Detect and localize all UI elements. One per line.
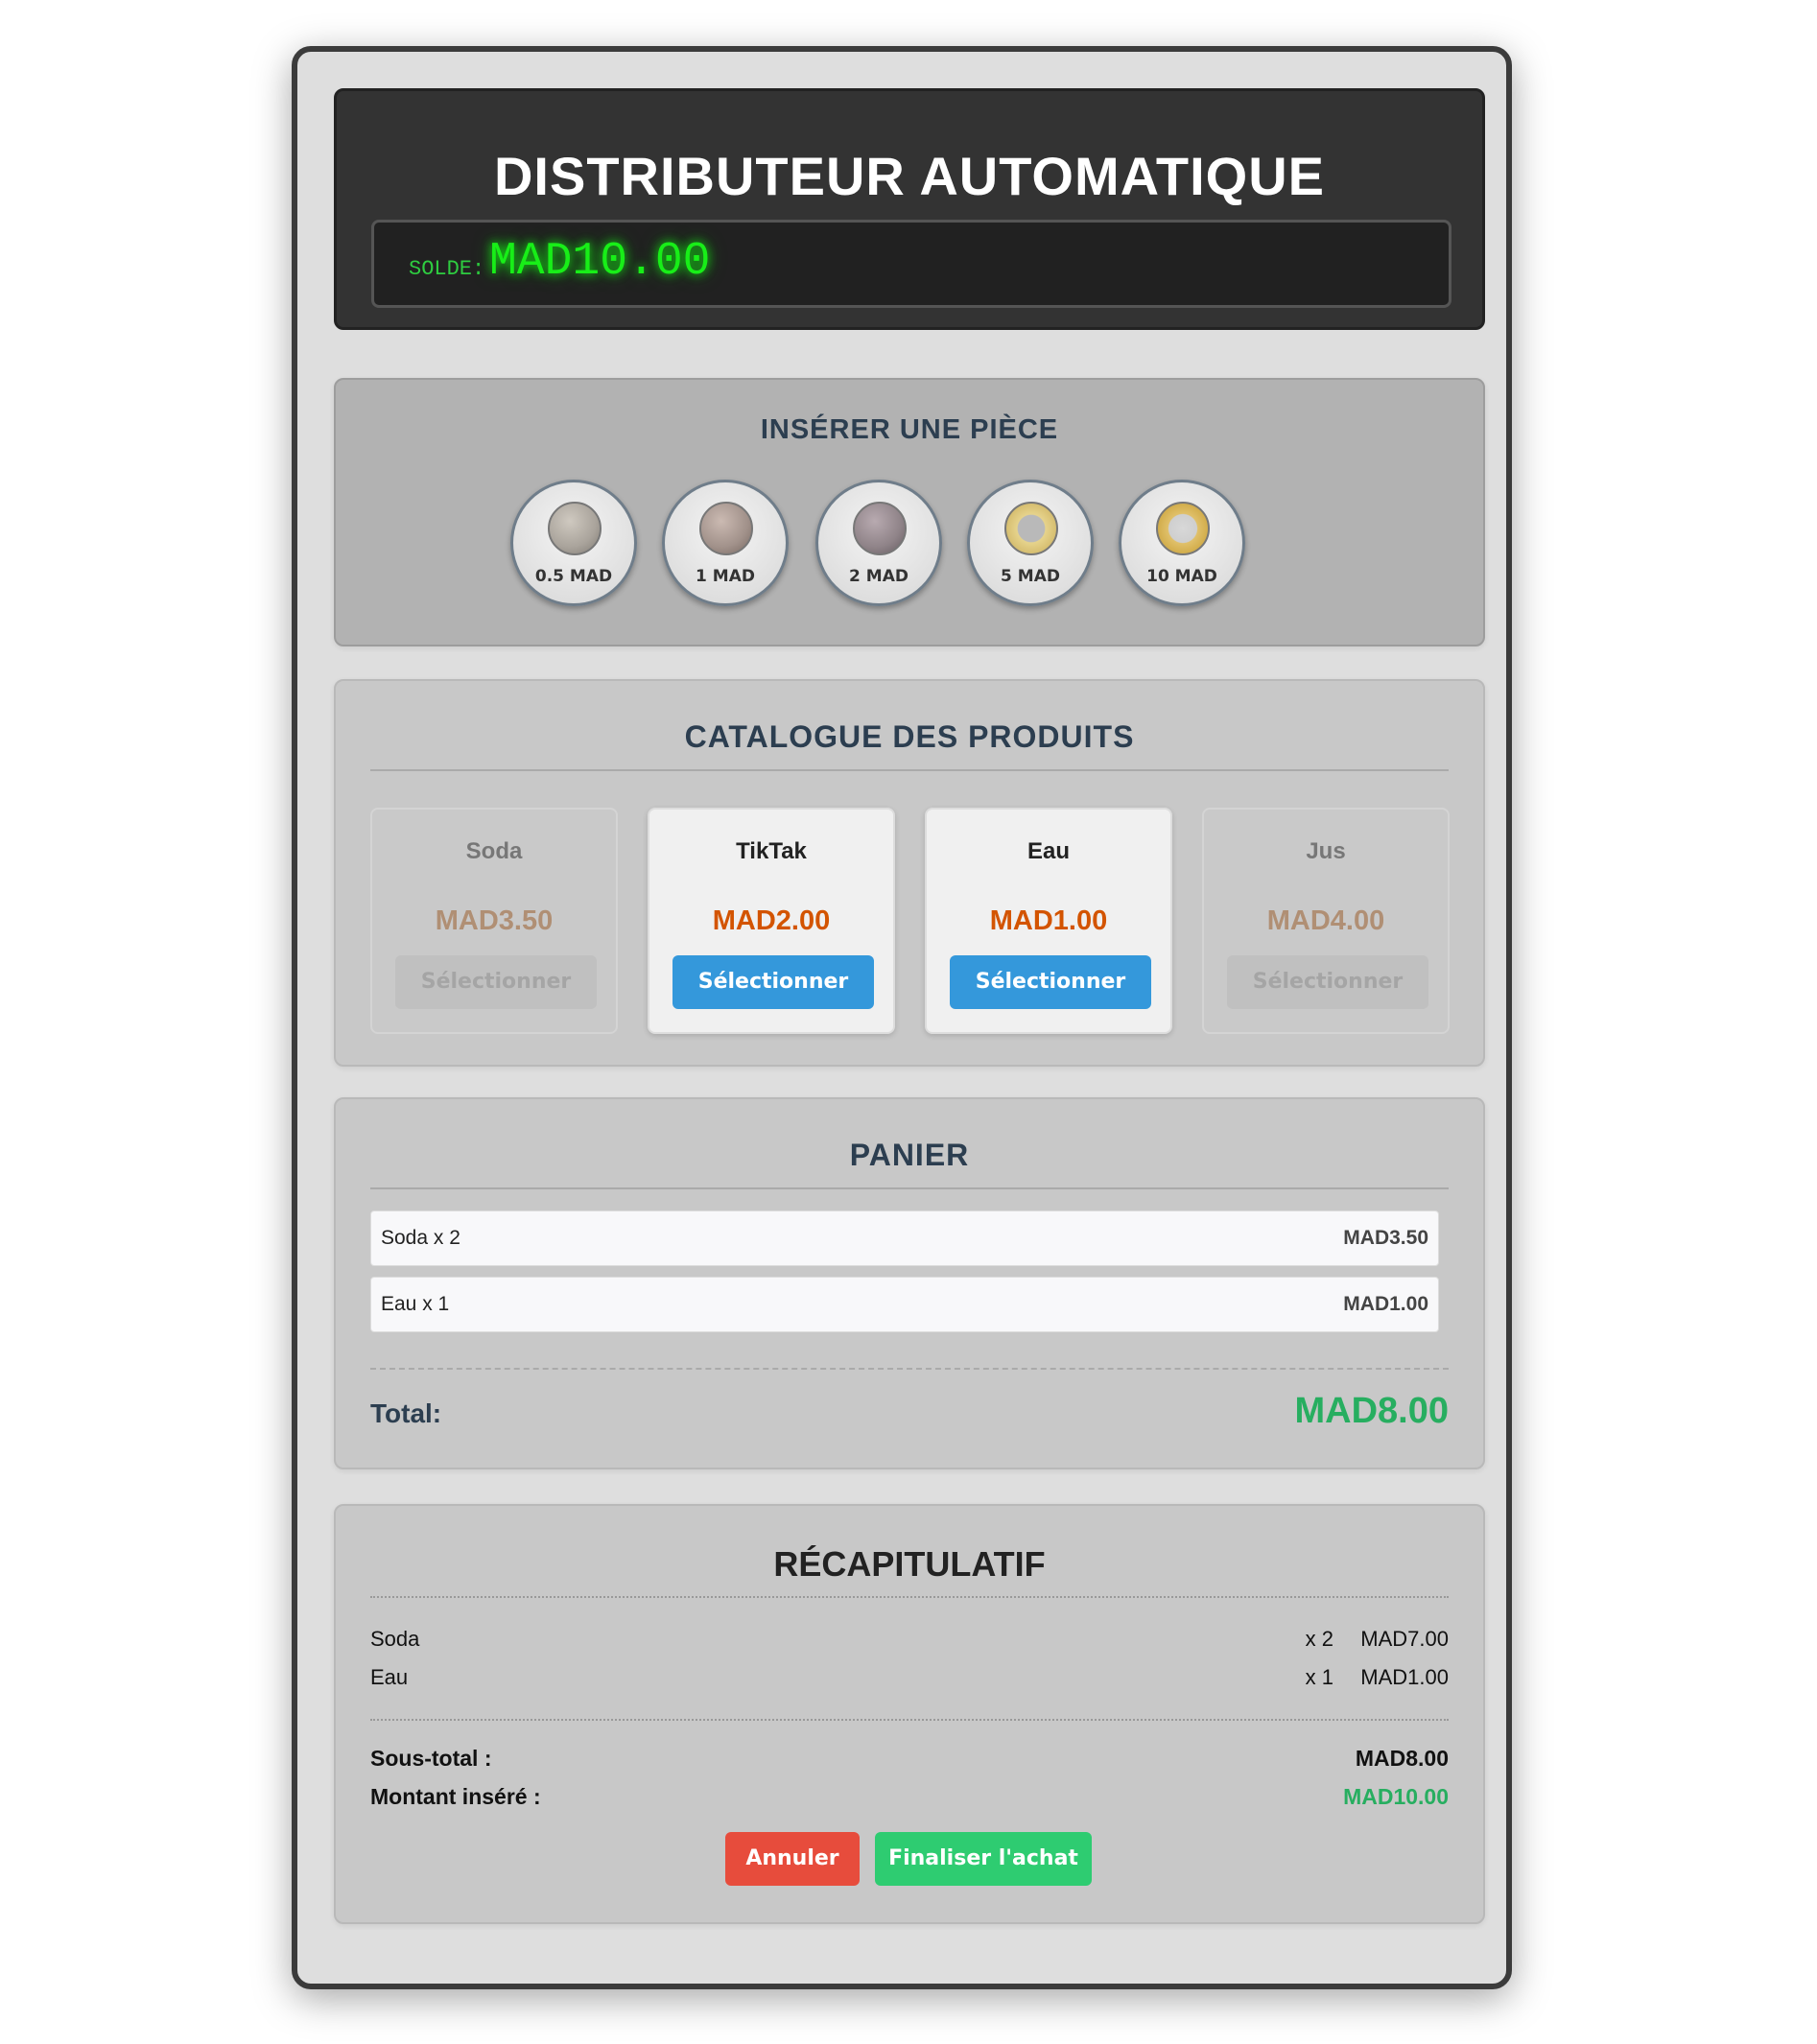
insert-coin-panel: INSÉRER UNE PIÈCE 0.5 MAD 1 MAD 2 MAD 5 …: [334, 378, 1485, 646]
cart-divider: [370, 1187, 1449, 1189]
select-soda-button[interactable]: Sélectionner: [395, 955, 597, 1009]
cancel-button[interactable]: Annuler: [725, 1832, 860, 1886]
subtotal-value: MAD8.00: [1355, 1746, 1449, 1771]
recap-item-name: Eau: [370, 1665, 409, 1689]
cart-total-divider: [370, 1368, 1449, 1370]
coin-label: 10 MAD: [1146, 567, 1217, 586]
coin-5-mad-icon: [1004, 502, 1058, 555]
product-price: MAD4.00: [1266, 905, 1385, 936]
cart-item: Eau x 1 MAD1.00: [370, 1277, 1439, 1332]
coin-label: 2 MAD: [849, 567, 908, 586]
inserted-label: Montant inséré :: [370, 1784, 541, 1809]
select-jus-button[interactable]: Sélectionner: [1227, 955, 1428, 1009]
cart-item-price: MAD1.00: [1343, 1293, 1428, 1315]
cart-item-price: MAD3.50: [1343, 1227, 1428, 1249]
product-name: Jus: [1306, 838, 1346, 864]
product-price: MAD3.50: [435, 905, 554, 936]
coin-button-1-mad[interactable]: 1 MAD: [662, 480, 789, 606]
coin-button-5-mad[interactable]: 5 MAD: [967, 480, 1094, 606]
recap-item-name: Soda: [370, 1627, 420, 1651]
coin-button-0-5-mad[interactable]: 0.5 MAD: [510, 480, 637, 606]
product-catalog: CATALOGUE DES PRODUITS Soda MAD3.50 Séle…: [334, 679, 1485, 1067]
recap-summary-divider: [370, 1719, 1449, 1721]
coin-label: 1 MAD: [696, 567, 755, 586]
recap-title: RÉCAPITULATIF: [773, 1544, 1046, 1584]
recap-item-price: MAD7.00: [1360, 1627, 1449, 1651]
select-eau-button[interactable]: Sélectionner: [950, 955, 1151, 1009]
finalize-purchase-button[interactable]: Finaliser l'achat: [875, 1832, 1092, 1886]
select-tiktak-button[interactable]: Sélectionner: [673, 955, 874, 1009]
coin-10-mad-icon: [1156, 502, 1210, 555]
product-card-jus: Jus MAD4.00 Sélectionner: [1202, 808, 1450, 1034]
cart-panel: PANIER Soda x 2 MAD3.50 Eau x 1 MAD1.00 …: [334, 1097, 1485, 1469]
recap-item-qty: x 1: [1305, 1665, 1333, 1689]
cart-item-label: Eau x 1: [381, 1293, 450, 1315]
product-price: MAD2.00: [712, 905, 831, 936]
recap-item: Eau x 1 MAD1.00: [370, 1665, 1449, 1692]
coin-button-2-mad[interactable]: 2 MAD: [815, 480, 942, 606]
balance-value: MAD10.00: [489, 236, 711, 288]
machine-title: DISTRIBUTEUR AUTOMATIQUE: [493, 146, 1326, 206]
cart-item: Soda x 2 MAD3.50: [370, 1210, 1439, 1266]
recap-item: Soda x 2 MAD7.00: [370, 1627, 1449, 1654]
product-card-tiktak: TikTak MAD2.00 Sélectionner: [648, 808, 895, 1034]
product-card-eau: Eau MAD1.00 Sélectionner: [925, 808, 1172, 1034]
inserted-value: MAD10.00: [1343, 1784, 1449, 1809]
recap-panel: RÉCAPITULATIF Soda x 2 MAD7.00 Eau x 1 M…: [334, 1504, 1485, 1924]
product-price: MAD1.00: [989, 905, 1108, 936]
catalog-divider: [370, 769, 1449, 771]
cart-title: PANIER: [849, 1138, 970, 1172]
coin-label: 0.5 MAD: [534, 567, 613, 586]
cart-item-label: Soda x 2: [381, 1227, 460, 1249]
balance-display: SOLDE: MAD10.00: [371, 220, 1451, 308]
product-name: Soda: [465, 838, 523, 864]
balance-label: SOLDE:: [409, 257, 485, 281]
coin-1-mad-icon: [699, 502, 753, 555]
coin-2-mad-icon: [853, 502, 907, 555]
coin-0-5-mad-icon: [548, 502, 602, 555]
coin-button-10-mad[interactable]: 10 MAD: [1119, 480, 1245, 606]
catalog-title: CATALOGUE DES PRODUITS: [684, 719, 1135, 754]
recap-divider: [370, 1596, 1449, 1598]
insert-coin-title: INSÉRER UNE PIÈCE: [760, 414, 1059, 445]
recap-item-qty: x 2: [1305, 1627, 1333, 1651]
product-name: TikTak: [736, 838, 807, 864]
recap-item-price: MAD1.00: [1360, 1665, 1449, 1689]
product-name: Eau: [1026, 838, 1070, 864]
cart-total-label: Total:: [370, 1398, 442, 1428]
recap-subtotal: Sous-total : MAD8.00: [370, 1746, 1449, 1774]
product-card-soda: Soda MAD3.50 Sélectionner: [370, 808, 618, 1034]
recap-inserted: Montant inséré : MAD10.00: [370, 1784, 1449, 1813]
subtotal-label: Sous-total :: [370, 1746, 492, 1771]
coin-label: 5 MAD: [1001, 567, 1060, 586]
vending-machine: DISTRIBUTEUR AUTOMATIQUE SOLDE: MAD10.00…: [292, 46, 1512, 1989]
machine-header: DISTRIBUTEUR AUTOMATIQUE SOLDE: MAD10.00: [334, 88, 1485, 330]
cart-total-value: MAD8.00: [1294, 1391, 1450, 1431]
